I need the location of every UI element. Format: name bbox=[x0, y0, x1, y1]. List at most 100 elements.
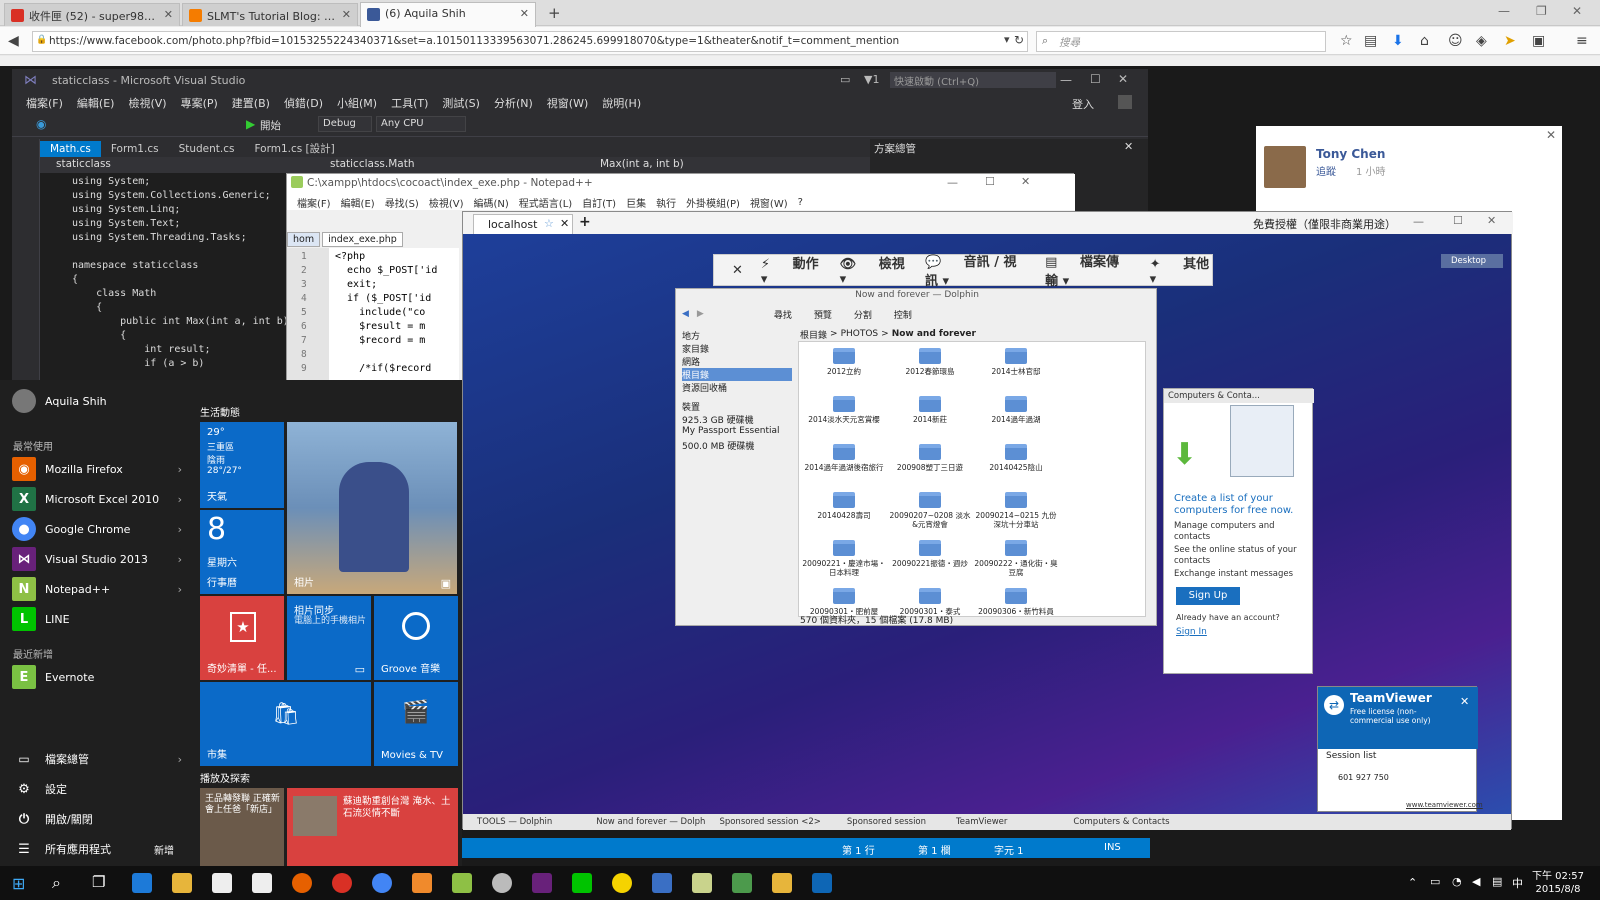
play-icon[interactable]: ▶ bbox=[246, 117, 255, 131]
menu-file[interactable]: 檔案(F) bbox=[297, 195, 331, 210]
session-id[interactable]: 601 927 750 bbox=[1338, 773, 1389, 782]
close-icon[interactable]: ✕ bbox=[1546, 128, 1556, 142]
store-icon[interactable] bbox=[212, 873, 232, 893]
close-icon[interactable]: ✕ bbox=[164, 8, 173, 21]
sign-in-link[interactable]: 登入 bbox=[1072, 96, 1094, 112]
new-tab-button[interactable]: + bbox=[579, 214, 591, 230]
menu-run[interactable]: 執行 bbox=[656, 195, 676, 210]
close-icon[interactable]: ✕ bbox=[520, 7, 529, 20]
menu-team[interactable]: 小組(M) bbox=[337, 95, 377, 111]
place-home[interactable]: 家目錄 bbox=[682, 342, 792, 355]
menu-search[interactable]: 尋找(S) bbox=[385, 195, 419, 210]
chevron-right-icon[interactable]: › bbox=[178, 523, 182, 536]
menu-help[interactable]: ? bbox=[798, 197, 803, 208]
wifi-icon[interactable]: ◔ bbox=[1452, 875, 1462, 888]
file-tab-hom[interactable]: hom bbox=[287, 232, 321, 247]
folder-item[interactable]: 200908塑丁三日遊 bbox=[887, 442, 973, 490]
breadcrumb-current[interactable]: Now and forever bbox=[892, 329, 976, 339]
npp-code-editor[interactable]: <?php echo $_POST['id exit; if ($_POST['… bbox=[329, 248, 459, 384]
menu-window[interactable]: 視窗(W) bbox=[547, 95, 588, 111]
menu-window[interactable]: 視窗(W) bbox=[750, 195, 788, 210]
remote-task-contacts[interactable]: Computers & Contacts bbox=[1073, 817, 1169, 827]
ime-indicator[interactable]: 中 bbox=[1512, 875, 1523, 891]
bookmark-star-icon[interactable]: ☆ bbox=[1340, 33, 1353, 49]
minimize-button[interactable]: — bbox=[947, 176, 958, 189]
start-user[interactable]: Aquila Shih bbox=[12, 388, 182, 414]
home-icon[interactable]: ⌂ bbox=[1420, 33, 1429, 49]
minimize-button[interactable]: — bbox=[1413, 215, 1424, 228]
reading-list-icon[interactable]: ▤ bbox=[1364, 33, 1377, 49]
search-icon[interactable]: ⌕ bbox=[52, 873, 61, 893]
menu-help[interactable]: 說明(H) bbox=[602, 95, 641, 111]
menu-view[interactable]: 檢視(V) bbox=[128, 95, 166, 111]
close-icon[interactable]: ✕ bbox=[342, 8, 351, 21]
start-app-line[interactable]: L LINE bbox=[12, 606, 182, 632]
weather-tile[interactable]: 29° 三重區 陰雨 28°/27° 天氣 bbox=[200, 422, 284, 508]
toolbar-actions[interactable]: ⚡ 動作 ▾ bbox=[761, 253, 822, 287]
start-app-excel[interactable]: X Microsoft Excel 2010 › bbox=[12, 486, 182, 512]
maximize-button[interactable]: ☐ bbox=[985, 175, 995, 188]
firefox-icon[interactable] bbox=[292, 873, 312, 893]
folder-item[interactable]: 20090207~0208 淡水&元宵燈會 bbox=[887, 490, 973, 538]
news-tile-2[interactable]: 蘇迪勒重創台灣 淹水、土石流災情不斷 bbox=[287, 788, 458, 866]
chat-icon[interactable]: ☺ bbox=[1448, 33, 1463, 49]
folder-item[interactable]: 20090221・慶達市場・日本料理 bbox=[801, 538, 887, 586]
start-settings[interactable]: ⚙ 設定 bbox=[12, 776, 182, 802]
back-button[interactable]: ◀ bbox=[8, 33, 19, 49]
remote-tab-localhost[interactable]: localhost ☆ ✕ bbox=[473, 214, 573, 234]
breadcrumb-photos[interactable]: PHOTOS bbox=[841, 329, 879, 339]
vs-side-toolbox[interactable] bbox=[12, 139, 40, 380]
menu-language[interactable]: 程式語言(L) bbox=[519, 195, 572, 210]
place-network[interactable]: 網路 bbox=[682, 355, 792, 368]
back-icon[interactable]: ◉ bbox=[36, 117, 46, 131]
mail-icon[interactable] bbox=[332, 873, 352, 893]
menu-edit[interactable]: 編輯(E) bbox=[77, 95, 115, 111]
folder-item[interactable]: 20090222・通化街・臭豆腐 bbox=[973, 538, 1059, 586]
search-input[interactable]: ⌕ 搜尋 bbox=[1036, 31, 1326, 52]
close-window-button[interactable]: ✕ bbox=[1118, 72, 1128, 86]
remote-task-dolphin-tools[interactable]: TOOLS — Dolphin bbox=[477, 817, 552, 827]
folder-item[interactable]: 2014士林官邸 bbox=[973, 346, 1059, 394]
file-tab-index-exe[interactable]: index_exe.php bbox=[322, 232, 403, 247]
browser-tab-blog[interactable]: SLMT's Tutorial Blog: 小... ✕ bbox=[182, 3, 358, 26]
sign-in-link[interactable]: Sign In bbox=[1176, 627, 1207, 637]
clock[interactable]: 下午 02:57 2015/8/8 bbox=[1532, 870, 1584, 896]
feedback-icon[interactable]: ▭ bbox=[840, 73, 850, 86]
edge-icon[interactable] bbox=[132, 873, 152, 893]
reload-icon[interactable]: ↻ bbox=[1014, 33, 1024, 47]
control-button[interactable]: 控制 bbox=[894, 308, 912, 321]
toolbar-view[interactable]: 👁 檢視 ▾ bbox=[840, 253, 907, 287]
url-bar[interactable]: 🔒 https://www.facebook.com/photo.php?fbi… bbox=[32, 31, 1028, 52]
tab-form1-cs[interactable]: Form1.cs bbox=[101, 141, 169, 157]
xampp-icon[interactable] bbox=[412, 873, 432, 893]
place-trash[interactable]: 資源回收桶 bbox=[682, 381, 792, 394]
star-icon[interactable]: ☆ bbox=[544, 217, 554, 230]
start-app-notepadpp[interactable]: N Notepad++ › bbox=[12, 576, 182, 602]
start-app-firefox[interactable]: ◉ Mozilla Firefox › bbox=[12, 456, 182, 482]
menu-tools[interactable]: 工具(T) bbox=[391, 95, 428, 111]
wunderlist-tile[interactable]: ★ 奇妙清單 - 任... bbox=[200, 596, 284, 680]
nav-project-dropdown[interactable]: staticclass bbox=[56, 158, 111, 170]
photos-tile[interactable]: 相片 ▣ bbox=[287, 422, 457, 594]
teamviewer-icon[interactable] bbox=[812, 873, 832, 893]
place-root[interactable]: 根目錄 bbox=[682, 368, 792, 381]
start-file-explorer[interactable]: ▭ 檔案總管 › bbox=[12, 746, 182, 772]
folder-item[interactable]: 20140425陰山 bbox=[973, 442, 1059, 490]
start-button[interactable]: 開始 bbox=[260, 118, 281, 133]
device-passport[interactable]: My Passport Essential bbox=[682, 426, 792, 439]
folder-item[interactable]: 2014淡水天元宮賞櫻 bbox=[801, 394, 887, 442]
sign-up-button[interactable]: Sign Up bbox=[1176, 587, 1240, 605]
back-icon[interactable]: ◀ bbox=[682, 309, 689, 319]
menu-icon[interactable]: ≡ bbox=[1576, 33, 1588, 49]
chevron-right-icon[interactable]: › bbox=[178, 753, 182, 766]
menu-project[interactable]: 專案(P) bbox=[181, 95, 218, 111]
folder-item[interactable]: 2014過年過湖後宿旅行 bbox=[801, 442, 887, 490]
chevron-right-icon[interactable]: › bbox=[178, 553, 182, 566]
menu-file[interactable]: 檔案(F) bbox=[26, 95, 63, 111]
start-app-evernote[interactable]: E Evernote bbox=[12, 664, 182, 690]
filter-icon[interactable]: ▼1 bbox=[864, 73, 879, 86]
maximize-button[interactable]: ☐ bbox=[1453, 214, 1463, 227]
menu-debug[interactable]: 偵錯(D) bbox=[284, 95, 323, 111]
task-view-icon[interactable]: ❐ bbox=[92, 873, 105, 891]
putty-icon[interactable] bbox=[492, 873, 512, 893]
